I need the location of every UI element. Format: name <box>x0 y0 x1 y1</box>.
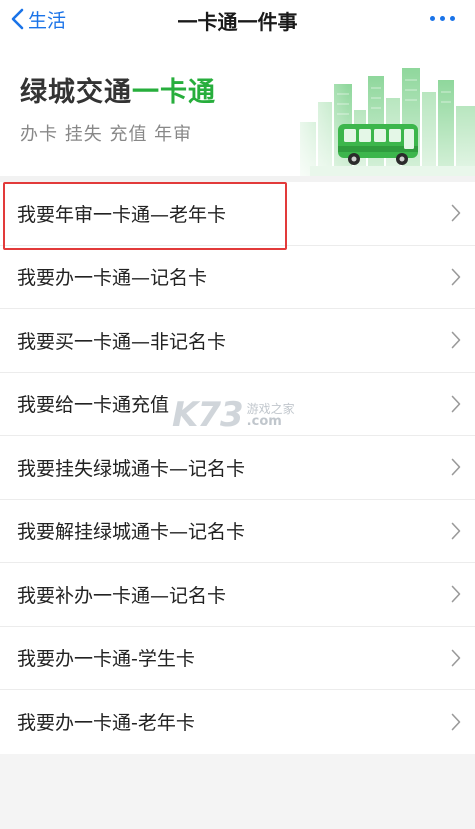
watermark-line1: 游戏之家 <box>246 401 295 416</box>
menu-item-cancel-loss-report[interactable]: 我要解挂绿城通卡—记名卡 <box>0 500 475 563</box>
more-dot-icon <box>430 16 435 21</box>
chevron-right-icon <box>451 585 461 603</box>
chevron-right-icon <box>451 649 461 667</box>
menu-item-label: 我要办一卡通-学生卡 <box>17 648 195 671</box>
menu-item-label: 我要给一卡通充值 <box>17 394 170 417</box>
chevron-right-icon <box>451 395 461 413</box>
banner-subtitle: 办卡 挂失 充值 年审 <box>20 124 193 145</box>
watermark-line2: .com <box>246 413 282 429</box>
menu-item-label: 我要办一卡通-老年卡 <box>17 712 195 735</box>
page-title: 一卡通一件事 <box>177 10 298 34</box>
more-dot-icon <box>450 16 455 21</box>
banner-title: 绿城交通一卡通 <box>20 70 216 109</box>
menu-item-label: 我要买一卡通—非记名卡 <box>17 330 227 353</box>
service-banner: 绿城交通一卡通 办卡 挂失 充值 年审 <box>0 40 475 176</box>
menu-item-label: 我要办一卡通—记名卡 <box>17 267 208 290</box>
banner-title-main: 绿城交通 <box>20 77 132 108</box>
chevron-right-icon <box>451 331 461 349</box>
menu-item-label: 我要挂失绿城通卡—记名卡 <box>17 457 246 480</box>
menu-item-buy-unregistered-card[interactable]: 我要买一卡通—非记名卡 <box>0 309 475 373</box>
more-options-button[interactable] <box>430 16 455 21</box>
chevron-right-icon <box>451 522 461 540</box>
menu-item-reissue-card[interactable]: 我要补办一卡通—记名卡 <box>0 563 475 627</box>
menu-item-report-loss-card[interactable]: 我要挂失绿城通卡—记名卡 <box>0 436 475 500</box>
city-bus-illustration <box>280 62 475 176</box>
more-dot-icon <box>440 16 445 21</box>
menu-item-apply-registered-card[interactable]: 我要办一卡通—记名卡 <box>0 246 475 309</box>
navigation-bar: 生活 一卡通一件事 <box>0 0 475 40</box>
menu-item-annual-review-senior-card[interactable]: 我要年审一卡通—老年卡 <box>0 182 475 246</box>
chevron-right-icon <box>451 268 461 286</box>
menu-item-label: 我要年审一卡通—老年卡 <box>17 203 227 226</box>
site-watermark: K73 游戏之家 .com <box>172 395 295 435</box>
service-menu-list: 我要年审一卡通—老年卡 我要办一卡通—记名卡 我要买一卡通—非记名卡 我要给一卡… <box>0 182 475 754</box>
menu-item-apply-senior-card[interactable]: 我要办一卡通-老年卡 <box>0 690 475 754</box>
menu-item-label: 我要解挂绿城通卡—记名卡 <box>17 521 246 544</box>
banner-title-accent: 一卡通 <box>132 77 216 108</box>
menu-item-label: 我要补办一卡通—记名卡 <box>17 584 227 607</box>
chevron-right-icon <box>451 713 461 731</box>
chevron-right-icon <box>451 458 461 476</box>
watermark-text: 游戏之家 .com <box>247 403 295 428</box>
menu-item-apply-student-card[interactable]: 我要办一卡通-学生卡 <box>0 627 475 690</box>
watermark-logo: K73 <box>172 395 244 435</box>
chevron-right-icon <box>451 204 461 222</box>
